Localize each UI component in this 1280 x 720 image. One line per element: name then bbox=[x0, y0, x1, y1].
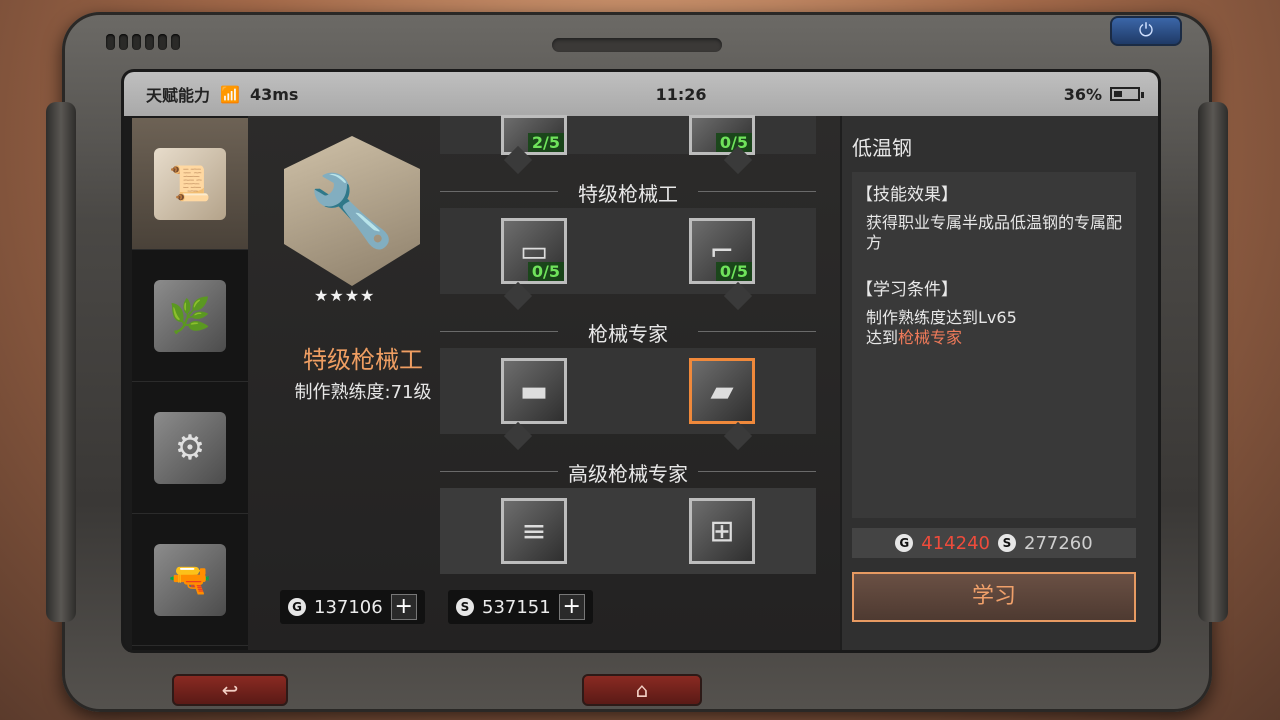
skill-name: 低温钢 bbox=[852, 136, 912, 160]
condition-line-1: 制作熟练度达到Lv65 bbox=[866, 308, 1017, 327]
profession-badge: 🔧 ★★★★ bbox=[284, 136, 420, 305]
skill-node-ingot[interactable]: ▬ bbox=[501, 358, 567, 424]
silver-amount: 537151 bbox=[482, 596, 551, 618]
skill-node-selected[interactable]: ▰ bbox=[689, 358, 755, 424]
required-profession: 枪械专家 bbox=[898, 328, 963, 347]
home-icon: ⌂ bbox=[635, 678, 649, 702]
tier-row: ≡ ⊞ bbox=[440, 488, 816, 574]
tier-label: 枪械专家 bbox=[440, 318, 816, 347]
skill-node-pipes[interactable]: ≡ bbox=[501, 498, 567, 564]
condition-text: 制作熟练度达到Lv65 达到枪械专家 bbox=[856, 308, 1132, 348]
tier-row-top: 2/5 0/5 bbox=[440, 115, 816, 155]
learn-button[interactable]: 学习 bbox=[852, 572, 1136, 622]
add-silver-button[interactable]: + bbox=[558, 594, 585, 620]
back-icon: ↩ bbox=[221, 678, 239, 702]
condition-line-2: 达到枪械专家 bbox=[866, 328, 963, 347]
sidebar: 📜 🌿 ⚙ 🔫 bbox=[132, 118, 248, 650]
battery-icon bbox=[1109, 87, 1144, 101]
beams-icon: ⊞ bbox=[709, 513, 735, 549]
learn-cost: G 414240 S 277260 bbox=[852, 528, 1136, 558]
device-top-bar bbox=[552, 38, 722, 52]
power-icon: ⏻ bbox=[1138, 20, 1154, 41]
pipes-icon: ≡ bbox=[521, 513, 547, 549]
status-bar: 天赋能力 📶 43ms 11:26 36% bbox=[124, 72, 1158, 116]
star-rating: ★★★★ bbox=[314, 286, 376, 305]
silver-cost: 277260 bbox=[1024, 532, 1093, 554]
clock: 11:26 bbox=[655, 84, 707, 104]
tier-label: 高级枪械专家 bbox=[440, 458, 816, 487]
skill-node-barrel[interactable]: ⌐ 0/5 bbox=[689, 218, 755, 284]
skill-info-box: 【技能效果】 获得职业专属半成品低温钢的专属配方 【学习条件】 制作熟练度达到L… bbox=[852, 172, 1136, 518]
effect-text: 获得职业专属半成品低温钢的专属配方 bbox=[866, 213, 1123, 252]
right-rail bbox=[1198, 102, 1228, 622]
left-rail bbox=[46, 102, 76, 622]
battery-percent: 36% bbox=[1063, 84, 1102, 104]
gun-icon: 🔫 bbox=[154, 543, 226, 616]
speaker-grill bbox=[106, 34, 180, 50]
sidebar-tab-plant[interactable]: 🌿 bbox=[132, 250, 248, 382]
skill-detail-panel: 低温钢 【技能效果】 获得职业专属半成品低温钢的专属配方 【学习条件】 制作熟练… bbox=[840, 116, 1158, 650]
tier-row: ▬ ▰ bbox=[440, 348, 816, 434]
skill-progress: 2/5 bbox=[527, 133, 564, 152]
status-title: 天赋能力 bbox=[146, 86, 211, 105]
power-button[interactable]: ⏻ bbox=[1110, 16, 1182, 46]
screen: 天赋能力 📶 43ms 11:26 36% 📜 🌿 ⚙ 🔫 🔧 ★★★★ 特级枪… bbox=[124, 72, 1158, 650]
steel-bar-icon: ▰ bbox=[710, 373, 734, 409]
tier-row: ▭ 0/5 ⌐ 0/5 bbox=[440, 208, 816, 294]
skill-tree: 2/5 0/5 特级枪械工 ▭ 0/5 ⌐ 0/5 枪械专家 ▬ ▰ 高级枪械专… bbox=[440, 115, 816, 576]
skill-progress: 0/5 bbox=[715, 262, 752, 281]
plant-icon: 🌿 bbox=[154, 279, 226, 352]
skill-node-plate[interactable]: ▭ 0/5 bbox=[501, 218, 567, 284]
gold-coin-icon: G bbox=[288, 598, 306, 616]
gold-coin-icon: G bbox=[895, 534, 914, 552]
sidebar-tab-gear-wrench[interactable]: ⚙ bbox=[132, 382, 248, 514]
gear-wrench-icon: ⚙ bbox=[154, 411, 226, 484]
tier-label: 特级枪械工 bbox=[440, 178, 816, 207]
back-button[interactable]: ↩ bbox=[172, 674, 288, 706]
wrench-icon: 🔧 bbox=[284, 136, 420, 286]
silver-coin-icon: S bbox=[456, 598, 474, 616]
condition-header: 【学习条件】 bbox=[856, 280, 958, 300]
skill-node-beams[interactable]: ⊞ bbox=[689, 498, 755, 564]
effect-header: 【技能效果】 bbox=[856, 185, 958, 205]
skill-node[interactable]: 0/5 bbox=[689, 115, 755, 155]
silver-balance: S 537151 + bbox=[448, 590, 593, 624]
silver-coin-icon: S bbox=[998, 534, 1016, 552]
ingot-icon: ▬ bbox=[519, 373, 549, 409]
gold-amount: 137106 bbox=[314, 596, 383, 618]
sidebar-tab-certificate[interactable]: 📜 bbox=[132, 118, 248, 250]
skill-progress: 0/5 bbox=[527, 262, 564, 281]
gold-balance: G 137106 + bbox=[280, 590, 425, 624]
certificate-icon: 📜 bbox=[154, 147, 226, 220]
home-button[interactable]: ⌂ bbox=[582, 674, 702, 706]
gold-cost: 414240 bbox=[921, 532, 990, 554]
sidebar-tab-gun[interactable]: 🔫 bbox=[132, 514, 248, 646]
skill-node[interactable]: 2/5 bbox=[501, 115, 567, 155]
talent-panel: 🔧 ★★★★ 特级枪械工 制作熟练度:71级 2/5 0/5 特级枪械工 ▭ 0 bbox=[248, 115, 840, 650]
wifi-icon: 📶 bbox=[220, 84, 240, 104]
ping-text: 43ms bbox=[249, 84, 299, 104]
add-gold-button[interactable]: + bbox=[390, 594, 417, 620]
